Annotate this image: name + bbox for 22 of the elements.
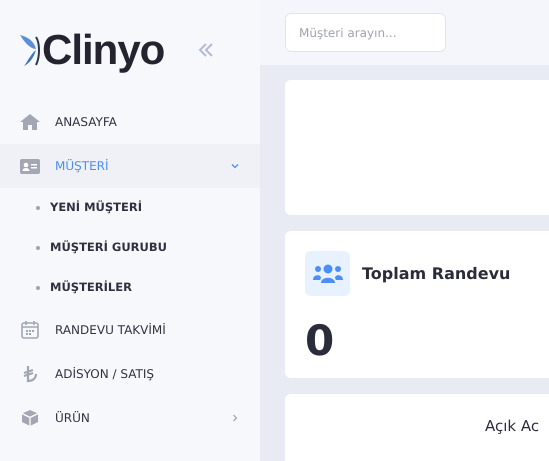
bullet-icon bbox=[36, 246, 40, 250]
panel-title: Açık Ac bbox=[485, 417, 540, 435]
stat-value: 0 bbox=[305, 320, 336, 362]
bullet-icon bbox=[36, 206, 40, 210]
menu-item[interactable]: ANASAYFA bbox=[0, 100, 260, 144]
menu-item[interactable]: RANDEVU TAKVİMİ bbox=[0, 308, 260, 352]
logo-text: Clinyo bbox=[42, 29, 164, 71]
submenu-item[interactable]: YENİ MÜŞTERİ bbox=[50, 199, 142, 217]
collapse-icon[interactable] bbox=[198, 43, 214, 57]
submenu-item[interactable]: MÜŞTERİLER bbox=[50, 279, 132, 297]
menu-item[interactable]: ÜRÜN bbox=[0, 396, 260, 440]
home-icon bbox=[20, 113, 40, 131]
calendar-icon bbox=[20, 321, 40, 339]
id-card-icon bbox=[20, 157, 40, 175]
submenu-item[interactable]: MÜŞTERİ GURUBU bbox=[50, 239, 167, 257]
bullet-icon bbox=[36, 286, 40, 290]
stat-title: Toplam Randevu bbox=[362, 262, 510, 284]
butterfly-icon bbox=[20, 33, 42, 67]
people-icon bbox=[305, 251, 350, 296]
menu-item[interactable]: ADİSYON / SATIŞ bbox=[0, 352, 260, 396]
search-field[interactable]: Müşteri arayın... bbox=[285, 13, 446, 52]
box-icon bbox=[20, 409, 40, 427]
